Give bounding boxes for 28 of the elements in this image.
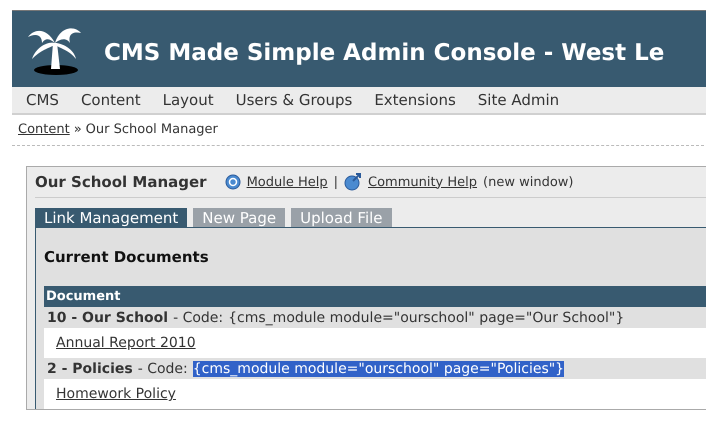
new-window-note: (new window) bbox=[483, 174, 574, 190]
menu-item[interactable]: CMS bbox=[16, 91, 69, 109]
document-link[interactable]: Homework Policy bbox=[56, 386, 176, 402]
help-external-icon bbox=[344, 173, 362, 191]
menu-item[interactable]: Users & Groups bbox=[226, 91, 362, 109]
panel-title: Our School Manager bbox=[35, 173, 207, 191]
menu-item[interactable]: Content bbox=[70, 91, 151, 109]
help-icon bbox=[224, 174, 241, 190]
breadcrumb-link[interactable]: Content bbox=[18, 122, 70, 137]
community-help-link[interactable]: Community Help bbox=[368, 174, 478, 190]
menu-item[interactable]: Site Admin bbox=[468, 91, 570, 109]
column-header: Document bbox=[44, 286, 706, 307]
document-link[interactable]: Annual Report 2010 bbox=[56, 335, 196, 351]
divider-text: | bbox=[334, 174, 338, 190]
code-label: - Code: bbox=[138, 360, 188, 376]
menu-item[interactable]: Layout bbox=[152, 91, 224, 109]
module-code: {cms_module module="ourschool" page="Our School"} bbox=[228, 310, 624, 326]
page-title: 10 - Our School bbox=[47, 310, 168, 326]
module-code: {cms_module module="ourschool" page="Policies"} bbox=[192, 360, 564, 376]
page-title: 2 - Policies bbox=[47, 360, 133, 376]
tab[interactable]: Link Management bbox=[35, 208, 188, 227]
breadcrumb-separator: » bbox=[74, 122, 82, 137]
section-heading: Current Documents bbox=[44, 248, 210, 266]
menu-item[interactable]: Extensions bbox=[364, 91, 466, 109]
code-label: - Code: bbox=[173, 310, 224, 326]
module-help-link[interactable]: Module Help bbox=[246, 174, 328, 190]
console-title: CMS Made Simple Admin Console - West Le bbox=[104, 39, 664, 66]
breadcrumb-current: Our School Manager bbox=[86, 122, 218, 137]
